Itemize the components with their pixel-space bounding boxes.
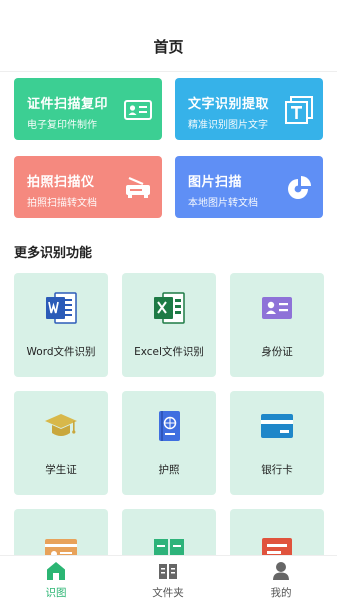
tab-folder[interactable]: 文件夹	[112, 556, 224, 600]
card-title: 证件扫描复印	[27, 97, 109, 112]
word-doc-icon	[46, 292, 77, 324]
tab-label: 识图	[45, 587, 67, 599]
excel-doc-icon	[154, 292, 185, 324]
id-card-icon	[262, 297, 292, 319]
tile-label: 学生证	[45, 464, 77, 476]
card-subtitle: 拍照扫描转文档	[27, 198, 97, 209]
graduation-cap-icon	[45, 414, 77, 436]
tile-label: 护照	[158, 464, 180, 476]
tile-excel-recognition[interactable]: Excel文件识别	[122, 273, 216, 377]
scanner-icon	[126, 176, 150, 198]
tile-id-card[interactable]: 身份证	[230, 273, 324, 377]
card-subtitle: 电子复印件制作	[27, 120, 97, 131]
bank-card-icon	[261, 414, 293, 438]
tab-recognize[interactable]: 识图	[0, 556, 112, 600]
tile-label: 银行卡	[261, 464, 293, 476]
user-icon	[273, 562, 289, 580]
card-id-scan-copy[interactable]: 证件扫描复印 电子复印件制作	[14, 78, 162, 140]
tile-label: Excel文件识别	[134, 346, 204, 358]
folder-icon	[159, 564, 177, 579]
page-title: 首页	[153, 38, 184, 56]
card-title: 文字识别提取	[188, 97, 270, 112]
tab-mine[interactable]: 我的	[225, 556, 337, 600]
text-t-icon	[285, 96, 313, 124]
tile-word-recognition[interactable]: Word文件识别	[14, 273, 108, 377]
tab-label: 文件夹	[152, 587, 184, 599]
card-subtitle: 精准识别图片文字	[188, 120, 268, 131]
tab-label: 我的	[270, 587, 292, 599]
card-text-recognition[interactable]: 文字识别提取 精准识别图片文字	[175, 78, 323, 140]
tile-label: 身份证	[261, 346, 293, 358]
home-icon	[47, 562, 65, 580]
card-subtitle: 本地图片转文档	[188, 198, 258, 209]
card-title: 拍照扫描仪	[27, 175, 95, 190]
tile-bank-card[interactable]: 银行卡	[230, 391, 324, 495]
id-card-icon	[124, 100, 152, 120]
title-bar: 首页	[0, 0, 337, 72]
section-title: 更多识别功能	[14, 246, 93, 261]
tile-passport[interactable]: 护照	[122, 391, 216, 495]
card-image-scan[interactable]: 图片扫描 本地图片转文档	[175, 156, 323, 218]
tile-student-card[interactable]: 学生证	[14, 391, 108, 495]
passport-icon	[159, 411, 180, 441]
card-title: 图片扫描	[188, 175, 243, 190]
pie-chart-icon	[288, 176, 311, 199]
bottom-tab-bar: 识图 文件夹 我的	[0, 555, 337, 600]
tile-label: Word文件识别	[26, 346, 96, 358]
card-photo-scanner[interactable]: 拍照扫描仪 拍照扫描转文档	[14, 156, 162, 218]
